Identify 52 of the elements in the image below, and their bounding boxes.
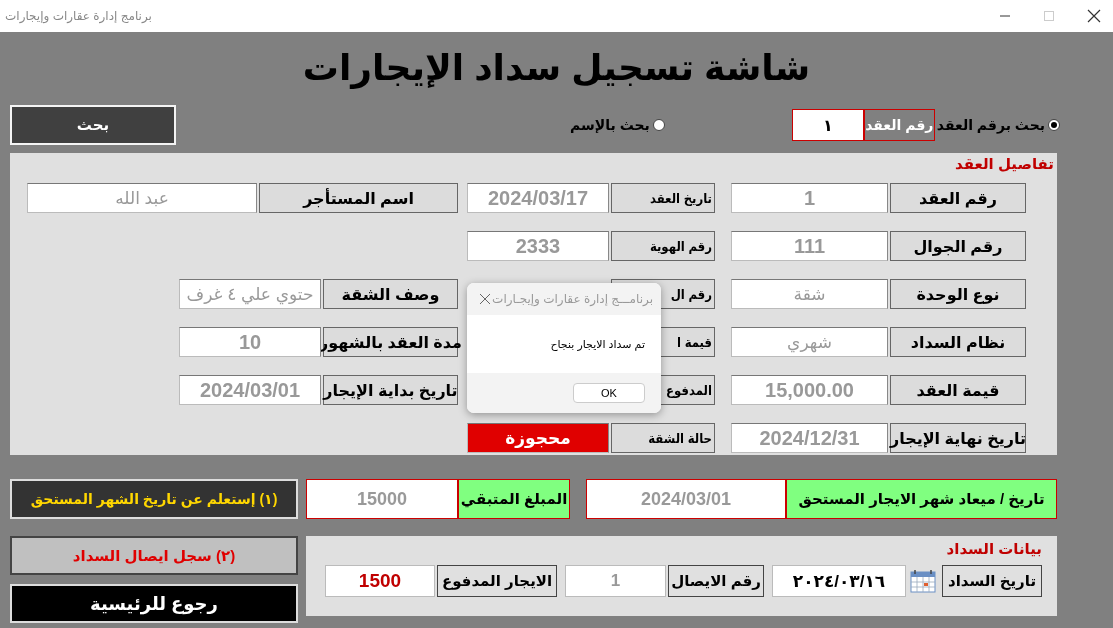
save-button[interactable]: (٢) سجل ايصال السداد (10, 536, 298, 575)
field-label: الايجار المدفوع (437, 565, 557, 597)
section-title: بيانات السداد (945, 539, 1042, 559)
input-field[interactable]: 1 (565, 565, 666, 597)
window-title: برنامج إدارة عقارات وإيجارات (5, 9, 152, 23)
input-field[interactable]: ٢٠٢٤/٠٣/١٦ (772, 565, 906, 597)
home-button[interactable]: رجوع للرئيسية (10, 584, 298, 623)
radio-icon[interactable] (652, 119, 665, 131)
field-label: قيمة العقد (890, 375, 1026, 405)
field-label: تاريخ العقد (611, 183, 715, 213)
input-field[interactable]: حتوي علي ٤ غرف (179, 279, 321, 309)
input-field[interactable]: 15,000.00 (731, 375, 888, 405)
field-label: تاريخ السداد (942, 565, 1042, 597)
field-label: حالة الشقة (611, 423, 715, 453)
field-label: رقم الجوال (890, 231, 1026, 261)
input-field[interactable]: 1500 (325, 565, 435, 597)
calendar-icon[interactable] (910, 569, 936, 593)
radio-option[interactable]: بحث بالإسم (570, 117, 665, 133)
section-title: تفاصيل العقد (954, 154, 1054, 174)
radio-label: بحث بالإسم (570, 117, 650, 133)
input-field[interactable]: 2024/12/31 (731, 423, 888, 453)
input-field[interactable]: 1 (731, 183, 888, 213)
field-label: المبلغ المتبقي (458, 479, 570, 519)
input-field[interactable]: 111 (731, 231, 888, 261)
input-field[interactable]: 10 (179, 327, 321, 357)
field-label: نوع الوحدة (890, 279, 1026, 309)
field-label: رقم العقد (863, 109, 935, 141)
field-label: نظام السداد (890, 327, 1026, 357)
radio-icon[interactable] (1048, 119, 1060, 131)
field-label: رقم الهوية (611, 231, 715, 261)
input-field[interactable]: محجوزة (467, 423, 609, 453)
field-label: تاريخ / ميعاد شهر الايجار المستحق (786, 479, 1057, 519)
query-button[interactable]: (١) إستعلم عن تاريخ الشهر المستحق (10, 479, 298, 519)
field-label: وصف الشقة (323, 279, 458, 309)
field-label: رقم العقد (890, 183, 1026, 213)
input-field[interactable]: 15000 (306, 479, 458, 519)
input-field[interactable]: ١ (791, 109, 864, 141)
close-icon[interactable] (1087, 9, 1101, 23)
search-button[interactable]: بحث (10, 105, 176, 145)
field-label: تاريخ بداية الإيجار (323, 375, 458, 405)
field-label: رقم الايصال (668, 565, 764, 597)
input-field[interactable]: عبد الله (27, 183, 257, 213)
field-label: اسم المستأجر (259, 183, 458, 213)
input-field[interactable]: شهري (731, 327, 888, 357)
field-label: تاريخ نهاية الإيجار (890, 423, 1026, 453)
input-field[interactable]: 2024/03/17 (467, 183, 609, 213)
input-field[interactable]: 2024/03/01 (586, 479, 786, 519)
screen-heading: شاشة تسجيل سداد الإيجارات (301, 46, 812, 91)
input-field[interactable]: شقة (731, 279, 888, 309)
input-field[interactable]: 2333 (467, 231, 609, 261)
input-field[interactable]: 2024/03/01 (179, 375, 321, 405)
ok-button[interactable]: OK (573, 383, 645, 403)
